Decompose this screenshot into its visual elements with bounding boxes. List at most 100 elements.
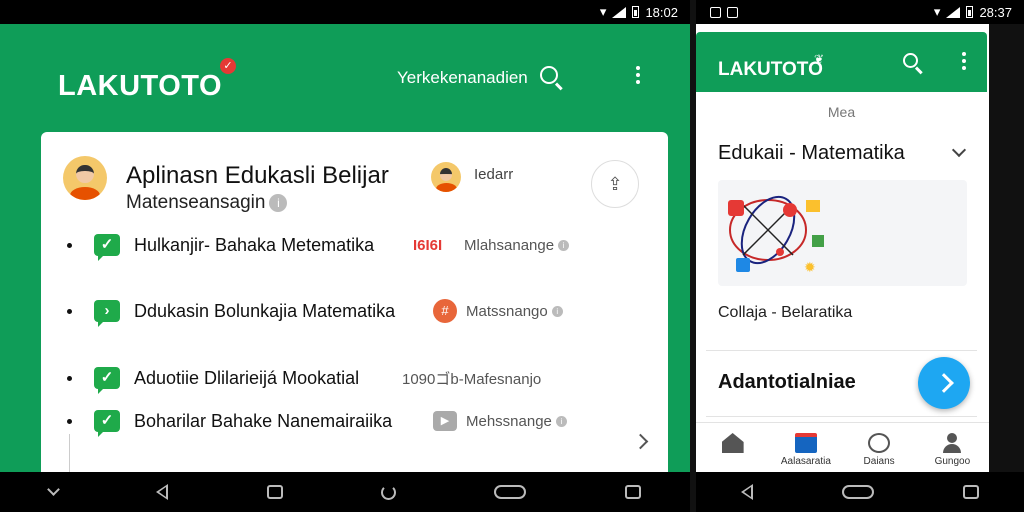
item-label: Aduotiie Dlilarieijá Mookatial (134, 367, 360, 388)
status-time: 28:37 (979, 4, 1012, 20)
math-illustration[interactable]: ✹ (718, 180, 967, 286)
status-bar: ▾ 28:37 (696, 0, 1024, 24)
system-nav-bar (0, 472, 690, 512)
home-icon (721, 433, 744, 453)
list-item[interactable]: ✓ Hulkanjir- Bahaka Metematika Ι6Ι6Ι Mla… (41, 230, 661, 261)
item-meta-text: Matssnango (466, 302, 548, 320)
item-meta: Matssnango i (466, 303, 563, 320)
status-bar: ▾ 18:02 (0, 0, 690, 24)
check-icon: ✓ (94, 234, 120, 261)
home-pill-icon[interactable] (841, 485, 874, 499)
system-nav-bar (696, 472, 1024, 512)
nav-item-courses[interactable]: Aalasaratia (769, 423, 842, 472)
item-meta-text: Mehssnange (466, 412, 552, 430)
nav-item-profile[interactable]: Gungoo (916, 423, 989, 472)
list-item[interactable]: ✓ Aduotiie Dlilarieijá Mookatial 1090ゴb-… (41, 363, 661, 394)
bottom-nav: Aalasaratia Daians Gungoo (696, 422, 989, 472)
nav-label: Daians (863, 456, 895, 467)
avatar[interactable] (63, 156, 107, 200)
list-item[interactable]: ✓ Boharilar Bahake Nanemairaiika ▶ Mehss… (41, 406, 661, 437)
recents-icon[interactable] (624, 485, 641, 499)
search-icon[interactable] (903, 53, 918, 68)
item-meta-text: Mlahsanange (464, 236, 555, 254)
recents-icon[interactable] (963, 485, 980, 499)
user-name: Iedarr (474, 166, 514, 183)
tab-label[interactable]: Mea (696, 104, 987, 120)
nav-label: Aalasaratia (780, 456, 831, 467)
info-icon[interactable]: i (558, 240, 570, 252)
more-options-icon[interactable] (636, 66, 640, 84)
app-header: LAKUTOTO ❦ (696, 32, 987, 92)
bullet (67, 418, 72, 424)
bullet (67, 242, 72, 248)
notification-icon (727, 6, 738, 18)
search-icon[interactable] (540, 66, 558, 84)
section-title[interactable]: Edukaii - Matematika (718, 142, 905, 165)
more-options-icon[interactable] (962, 52, 966, 70)
video-icon: ▶ (433, 411, 457, 431)
home-square-icon[interactable] (266, 485, 283, 499)
bullet (67, 375, 72, 381)
play-icon: › (94, 300, 120, 327)
course-card: Aplinasn Edukasli Belijar Matenseansagin… (41, 132, 668, 494)
chevron-down-icon[interactable] (951, 142, 967, 158)
item-label: Ddukasin Bolunkajia Matematika (134, 300, 396, 321)
info-icon[interactable]: i (555, 416, 567, 428)
card-subtitle-text: Matenseansagin (126, 192, 266, 213)
share-icon: ⇪ (607, 173, 623, 194)
app-header: LAKUTOTO ✓ Yerkekenanadien (0, 24, 690, 132)
item-meta: Mehssnange i (466, 413, 567, 430)
nav-label: Gungoo (934, 456, 971, 467)
item-label: Boharilar Bahake Nanemairaiika (134, 410, 393, 431)
right-phone-screen: ▾ 28:37 LAKUTOTO ❦ Mea Edukaii - Matemat… (696, 0, 1024, 512)
home-pill-icon[interactable] (494, 485, 527, 499)
signal-icon (946, 6, 961, 18)
logo-check-icon: ✓ (220, 58, 236, 74)
item-meta: 1090ゴb-Mafesnanjo (402, 370, 542, 388)
header-link[interactable]: Yerkekenanadien (397, 68, 528, 88)
list-item[interactable]: › Ddukasin Bolunkajia Matematika # Matss… (41, 296, 661, 327)
card-title: Aplinasn Edukasli Belijar (126, 162, 389, 189)
wifi-icon: ▾ (599, 4, 607, 19)
app-window: LAKUTOTO ❦ Mea Edukaii - Matematika ✹ Co… (696, 24, 989, 472)
check-icon: ✓ (94, 367, 120, 394)
back-icon[interactable] (740, 484, 753, 500)
section-heading: Adantotialniae (718, 371, 856, 393)
illustration-graphic: ✹ (728, 195, 824, 275)
user-icon (941, 433, 963, 453)
left-phone-screen: ▾ 18:02 LAKUTOTO ✓ Yerkekenanadien Aplin… (0, 0, 690, 512)
svg-text:✹: ✹ (804, 259, 816, 275)
chevron-down-icon[interactable] (47, 482, 61, 496)
back-icon[interactable] (156, 484, 169, 500)
card-subtitle: Matenseansagin i (126, 192, 288, 214)
share-button[interactable]: ⇪ (591, 160, 639, 208)
book-icon (794, 433, 817, 453)
app-logo[interactable]: LAKUTOTO (718, 59, 823, 81)
signal-icon (612, 6, 627, 18)
battery-icon (632, 6, 640, 18)
nav-item-home[interactable] (696, 423, 769, 472)
battery-icon (966, 6, 974, 18)
divider (706, 350, 977, 351)
user-avatar[interactable] (431, 162, 461, 192)
chat-icon (868, 433, 891, 453)
notification-icon (710, 6, 721, 18)
check-icon: ✓ (94, 410, 120, 437)
item-tag: Ι6Ι6Ι (413, 236, 443, 254)
info-icon[interactable]: i (269, 193, 288, 212)
refresh-icon[interactable] (381, 484, 397, 500)
wifi-icon: ▾ (933, 4, 941, 19)
divider (706, 416, 977, 417)
status-time: 18:02 (645, 4, 678, 20)
info-icon[interactable]: i (551, 306, 563, 318)
chevron-right-icon[interactable] (632, 433, 649, 450)
bullet (67, 308, 72, 314)
grid-icon: # (433, 299, 457, 323)
item-label: Hulkanjir- Bahaka Metematika (134, 234, 375, 255)
nav-item-chat[interactable]: Daians (843, 423, 916, 472)
image-caption: Collaja - Belaratika (718, 304, 853, 321)
app-logo[interactable]: LAKUTOTO (58, 70, 222, 103)
item-meta: Mlahsanange i (464, 236, 570, 254)
logo-leaf-icon: ❦ (814, 52, 825, 66)
next-fab-button[interactable] (918, 357, 970, 409)
